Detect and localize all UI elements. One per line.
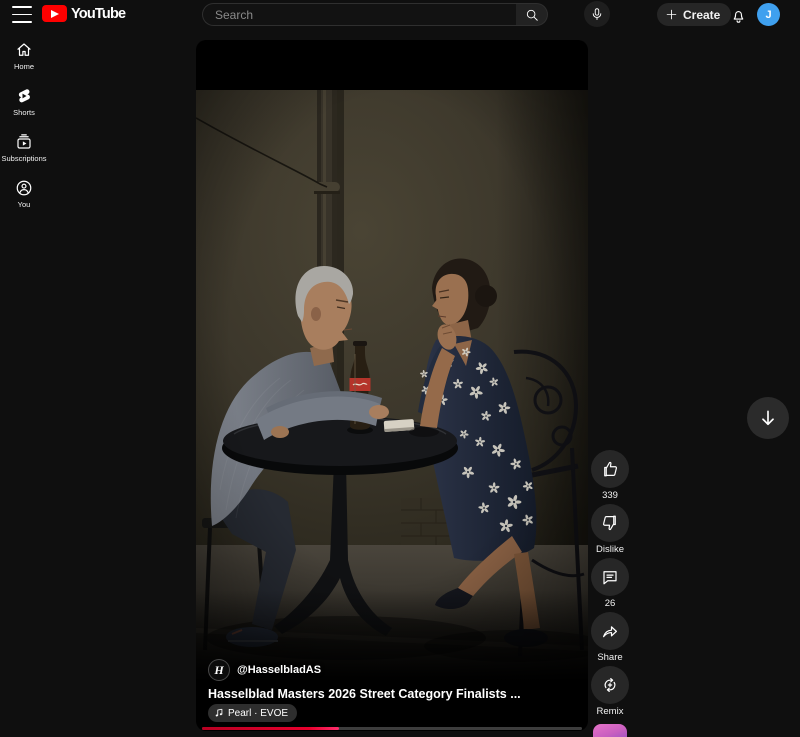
music-note-icon [214,708,224,718]
avatar-initial: J [765,9,771,21]
shorts-icon [15,87,33,105]
sidebar-item-you[interactable]: You [0,174,48,213]
remix-icon [601,676,619,694]
create-button[interactable]: Create [657,3,731,26]
video-title[interactable]: Hasselblad Masters 2026 Street Category … [208,687,576,701]
shorts-player[interactable]: H @HasselbladAS Hasselblad Masters 2026 … [196,40,588,731]
plus-icon [665,8,678,21]
channel-row: H @HasselbladAS [208,659,321,681]
progress-fill [202,727,339,730]
video-frame-photo [196,90,588,682]
subscriptions-icon [15,133,33,151]
share-label: Share [597,652,622,663]
search-bar [202,3,548,26]
next-short-button[interactable] [747,397,789,439]
search-button[interactable] [516,3,548,26]
thumb-up-icon [601,460,619,478]
search-input[interactable] [202,3,516,26]
sidebar-item-label: Shorts [13,108,35,117]
mini-guide: Home Shorts Subscriptions You [0,36,48,213]
sidebar-item-label: You [18,200,31,209]
music-pill[interactable]: Pearl · EVOE [208,704,297,722]
youtube-wordmark: YouTube [71,6,125,22]
bell-icon [730,7,747,24]
notifications-button[interactable] [726,3,750,27]
comments-count: 26 [605,598,616,609]
sidebar-item-home[interactable]: Home [0,36,48,75]
like-count: 339 [602,490,618,501]
top-bar: YouTube Create J [0,0,800,30]
youtube-logo[interactable]: YouTube [42,5,125,22]
sidebar-item-subscriptions[interactable]: Subscriptions [0,128,48,167]
share-button[interactable] [591,612,629,650]
channel-handle[interactable]: @HasselbladAS [237,664,321,676]
search-icon [525,8,539,22]
remix-label: Remix [597,706,624,717]
comments-button[interactable] [591,558,629,596]
sound-thumbnail[interactable] [593,724,627,737]
arrow-down-icon [758,408,778,428]
like-button[interactable] [591,450,629,488]
channel-avatar-initial: H [214,663,223,678]
voice-search-button[interactable] [584,1,610,27]
youtube-play-icon [42,5,67,22]
sidebar-item-label: Home [14,62,34,71]
share-arrow-icon [601,622,619,640]
account-avatar[interactable]: J [757,3,780,26]
sidebar-item-label: Subscriptions [1,154,46,163]
microphone-icon [590,7,604,21]
sidebar-item-shorts[interactable]: Shorts [0,82,48,121]
thumb-down-icon [601,514,619,532]
comment-icon [601,568,619,586]
you-icon [15,179,33,197]
music-label: Pearl · EVOE [228,708,288,719]
home-icon [15,41,33,59]
dislike-label: Dislike [596,544,624,555]
dislike-button[interactable] [591,504,629,542]
menu-icon[interactable] [12,6,32,23]
action-rail: 339 Dislike 26 Share Remix [590,450,630,737]
remix-button[interactable] [591,666,629,704]
channel-avatar[interactable]: H [208,659,230,681]
create-label: Create [683,8,720,22]
youtube-shorts-page: YouTube Create J Home [0,0,800,737]
progress-bar[interactable] [202,727,582,730]
